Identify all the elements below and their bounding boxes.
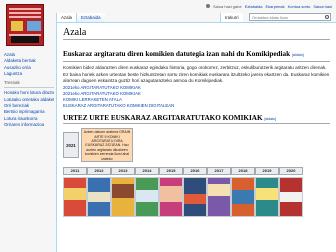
search-icon[interactable]: [325, 15, 329, 19]
year-cell[interactable]: 2016: [183, 167, 207, 176]
sidebar-item-page-info[interactable]: Orriaren informazioa: [4, 122, 54, 128]
logo-image: [6, 4, 44, 46]
page-title: Azala: [63, 27, 330, 40]
year-cell[interactable]: 2017: [207, 167, 231, 176]
comic-cover[interactable]: [183, 177, 207, 218]
link-digital-comics[interactable]: EUSKARAZ ARGITARATUTAKO KOMIKIEN DIGITAL…: [63, 103, 330, 109]
covers-row: [63, 177, 303, 218]
tab-article[interactable]: Azala: [56, 13, 76, 22]
view-tabs: Irakurri: [220, 13, 243, 22]
section-heading-intro-text: Euskaraz argitaratu diren komikien datut…: [63, 50, 291, 58]
comic-cover[interactable]: [159, 177, 183, 218]
year-cell-current[interactable]: 2021: [63, 132, 79, 159]
year-cell[interactable]: 2018: [231, 167, 255, 176]
login-link[interactable]: Saioa hasi: [313, 4, 332, 9]
personal-tools: Saioa hasi gabe Eztabaida Ekarpenak Kont…: [206, 2, 332, 10]
year-header-row: 2011 2012 2013 2014 2015 2016 2017 2018 …: [63, 167, 303, 176]
comic-cover[interactable]: [279, 177, 303, 218]
year-cell[interactable]: 2013: [111, 167, 135, 176]
section-heading-intro: Euskaraz argitaratu diren komikien datut…: [63, 50, 330, 62]
comic-cover[interactable]: [231, 177, 255, 218]
comic-cover[interactable]: [111, 177, 135, 218]
intro-paragraph-1: Komikien bidez aldarazten diren euskaraz…: [63, 64, 327, 70]
intro-paragraph-2: Ez baina horiek azken urteotan beste hiz…: [63, 71, 330, 83]
edit-section-years-link[interactable]: [aldatu]: [264, 117, 276, 121]
year-cell[interactable]: 2015: [159, 167, 183, 176]
year-cell[interactable]: 2019: [255, 167, 279, 176]
comic-cover[interactable]: [135, 177, 159, 218]
create-account-link[interactable]: Kontua sortu: [288, 4, 311, 9]
sidebar: Azala Aldaketa berriak Ausazko orria Lag…: [4, 52, 54, 128]
user-icon: [206, 4, 210, 8]
comic-cover[interactable]: [63, 177, 87, 218]
year-cell[interactable]: 2014: [135, 167, 159, 176]
section-heading-years: URTEZ URTE EUSKARAZ ARGITARATUTAKO KOMIK…: [63, 114, 330, 125]
sidebar-item-what-links-here[interactable]: Honako honi lotura dituzten orriak: [4, 90, 54, 96]
sidebar-item-help[interactable]: Laguntza: [4, 71, 54, 77]
year-cell[interactable]: 2020: [279, 167, 303, 176]
not-logged-in: Saioa hasi gabe: [213, 3, 242, 9]
notice-box: Azken datuen arabera ORAIN ARTE 9 KOMIKI…: [81, 128, 133, 163]
namespace-tabs: Azala Eztabaida: [56, 13, 105, 22]
section-heading-years-text: URTEZ URTE EUSKARAZ ARGITARATUTAKO KOMIK…: [63, 114, 263, 123]
comic-cover[interactable]: [87, 177, 111, 218]
search-input[interactable]: Orrialdea bilatu Ikan: [249, 13, 331, 21]
comic-cover[interactable]: [207, 177, 231, 218]
edit-section-link[interactable]: [aldatu]: [292, 53, 304, 57]
contributions-link[interactable]: Ekarpenak: [266, 4, 285, 9]
tab-discussion[interactable]: Eztabaida: [75, 13, 105, 22]
comic-cover[interactable]: [255, 177, 279, 218]
talk-link[interactable]: Eztabaida: [245, 4, 263, 9]
year-cell[interactable]: 2011: [63, 167, 87, 176]
sidebar-tools-heading: Tresnak: [4, 80, 54, 89]
tab-read[interactable]: Irakurri: [220, 13, 243, 22]
site-logo[interactable]: [6, 4, 44, 46]
year-cell[interactable]: 2012: [87, 167, 111, 176]
main-content: Azala Euskaraz argitaratu diren komikien…: [56, 22, 336, 252]
